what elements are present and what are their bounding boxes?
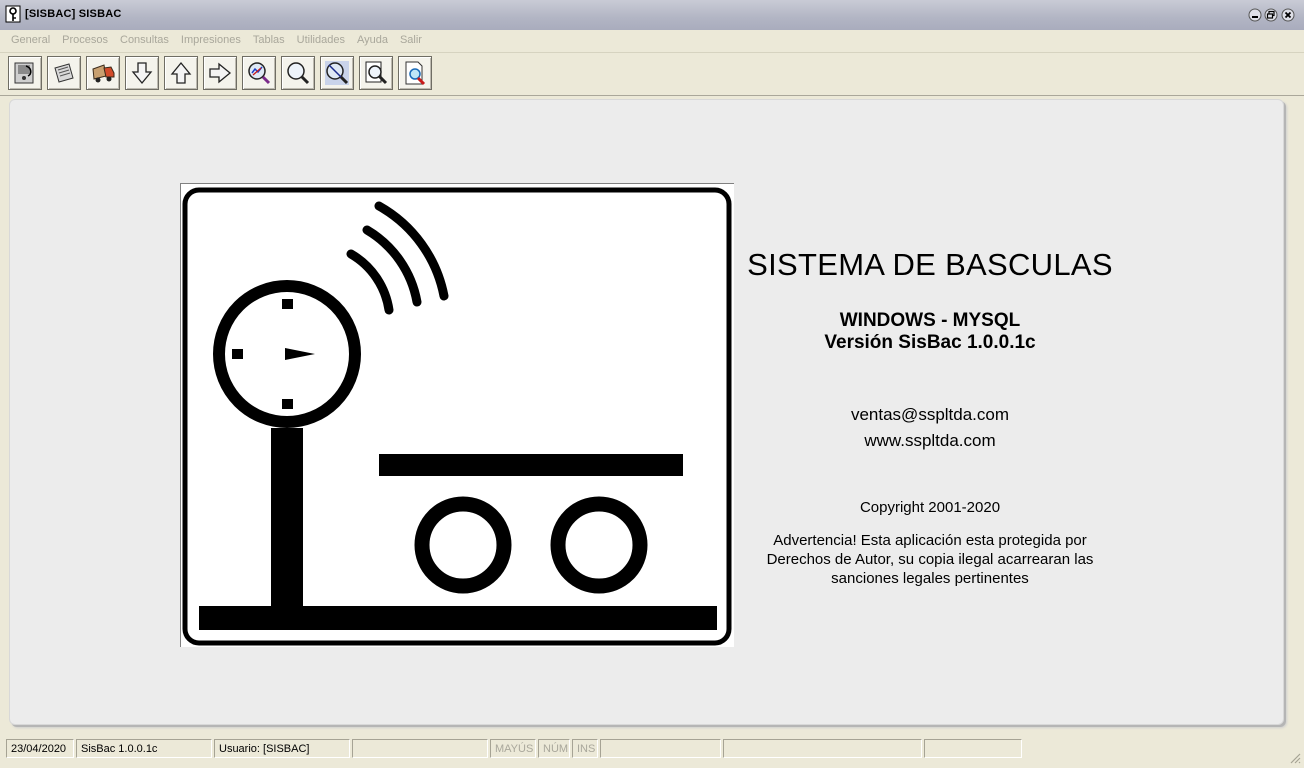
arrow-right-icon (209, 62, 232, 84)
menu-utilidades[interactable]: Utilidades (297, 30, 345, 50)
logo-image-frame (180, 183, 734, 647)
scroll-button[interactable] (47, 56, 81, 90)
magnifier-icon (287, 62, 310, 85)
contact-block: ventas@sspltda.com www.sspltda.com (735, 402, 1125, 454)
warning-block: Advertencia! Esta aplicación esta proteg… (735, 531, 1125, 588)
status-empty-2 (600, 739, 721, 758)
move-right-button[interactable] (203, 56, 237, 90)
resize-grip-icon[interactable] (1289, 752, 1301, 764)
status-empty-3 (723, 739, 922, 758)
scroll-icon (54, 63, 74, 83)
move-up-button[interactable] (164, 56, 198, 90)
status-num: NÚM (538, 739, 570, 758)
status-bar: 23/04/2020 SisBac 1.0.0.1c Usuario: [SIS… (0, 736, 1304, 768)
arrow-up-icon (170, 61, 192, 84)
scale-logo (182, 187, 732, 646)
status-version: SisBac 1.0.0.1c (76, 739, 212, 758)
menu-general[interactable]: General (11, 30, 50, 50)
status-date: 23/04/2020 (6, 739, 74, 758)
warning-line-3: sanciones legales pertinentes (831, 570, 1029, 587)
email-label: ventas@sspltda.com (850, 405, 1010, 424)
menu-procesos[interactable]: Procesos (62, 30, 108, 50)
close-icon[interactable] (1281, 8, 1295, 22)
search-chart-button[interactable] (242, 56, 276, 90)
move-down-button[interactable] (125, 56, 159, 90)
menu-bar: General Procesos Consultas Impresiones Tabla… (0, 30, 1304, 53)
version-block: WINDOWS - MYSQL Versión SisBac 1.0.0.1c (735, 310, 1125, 354)
exit-button[interactable] (8, 56, 42, 90)
copyright-label: Copyright 2001-2020 (859, 499, 1001, 516)
minimize-icon[interactable] (1248, 8, 1262, 22)
platform-label: WINDOWS - MYSQL (839, 310, 1021, 331)
warning-line-2: Derechos de Autor, su copia ilegal acarr… (766, 551, 1094, 568)
magnifier-chart-icon (248, 62, 271, 85)
menu-consultas[interactable]: Consultas (120, 30, 169, 50)
status-ins: INS (572, 739, 598, 758)
arrow-down-icon (131, 62, 153, 85)
window-title: [SISBAC] SISBAC (25, 8, 122, 20)
version-label: Versión SisBac 1.0.0.1c (824, 332, 1036, 353)
status-caps: MAYÚS (490, 739, 536, 758)
menu-salir[interactable]: Salir (400, 30, 422, 50)
title-bar[interactable]: [SISBAC] SISBAC (0, 0, 1304, 31)
truck-button[interactable] (86, 56, 120, 90)
search-button[interactable] (281, 56, 315, 90)
status-empty-1 (352, 739, 488, 758)
print-preview-icon (405, 61, 426, 86)
search-clear-button[interactable] (320, 56, 354, 90)
print-preview-button[interactable] (398, 56, 432, 90)
website-label: www.sspltda.com (864, 431, 996, 450)
restore-icon[interactable] (1264, 8, 1278, 22)
magnifier-crossed-icon (325, 61, 349, 85)
warning-line-1: Advertencia! Esta aplicación esta proteg… (773, 532, 1087, 549)
exit-icon (14, 62, 34, 84)
search-document-button[interactable] (359, 56, 393, 90)
magnifier-document-icon (365, 61, 388, 85)
menu-ayuda[interactable]: Ayuda (357, 30, 388, 50)
status-user: Usuario: [SISBAC] (214, 739, 350, 758)
status-empty-4 (924, 739, 1022, 758)
toolbar (0, 53, 1304, 96)
truck-icon (92, 64, 115, 83)
app-title: SISTEMA DE BASCULAS (747, 247, 1113, 282)
key-icon (5, 5, 21, 23)
menu-impresiones[interactable]: Impresiones (181, 30, 241, 50)
menu-tablas[interactable]: Tablas (253, 30, 285, 50)
